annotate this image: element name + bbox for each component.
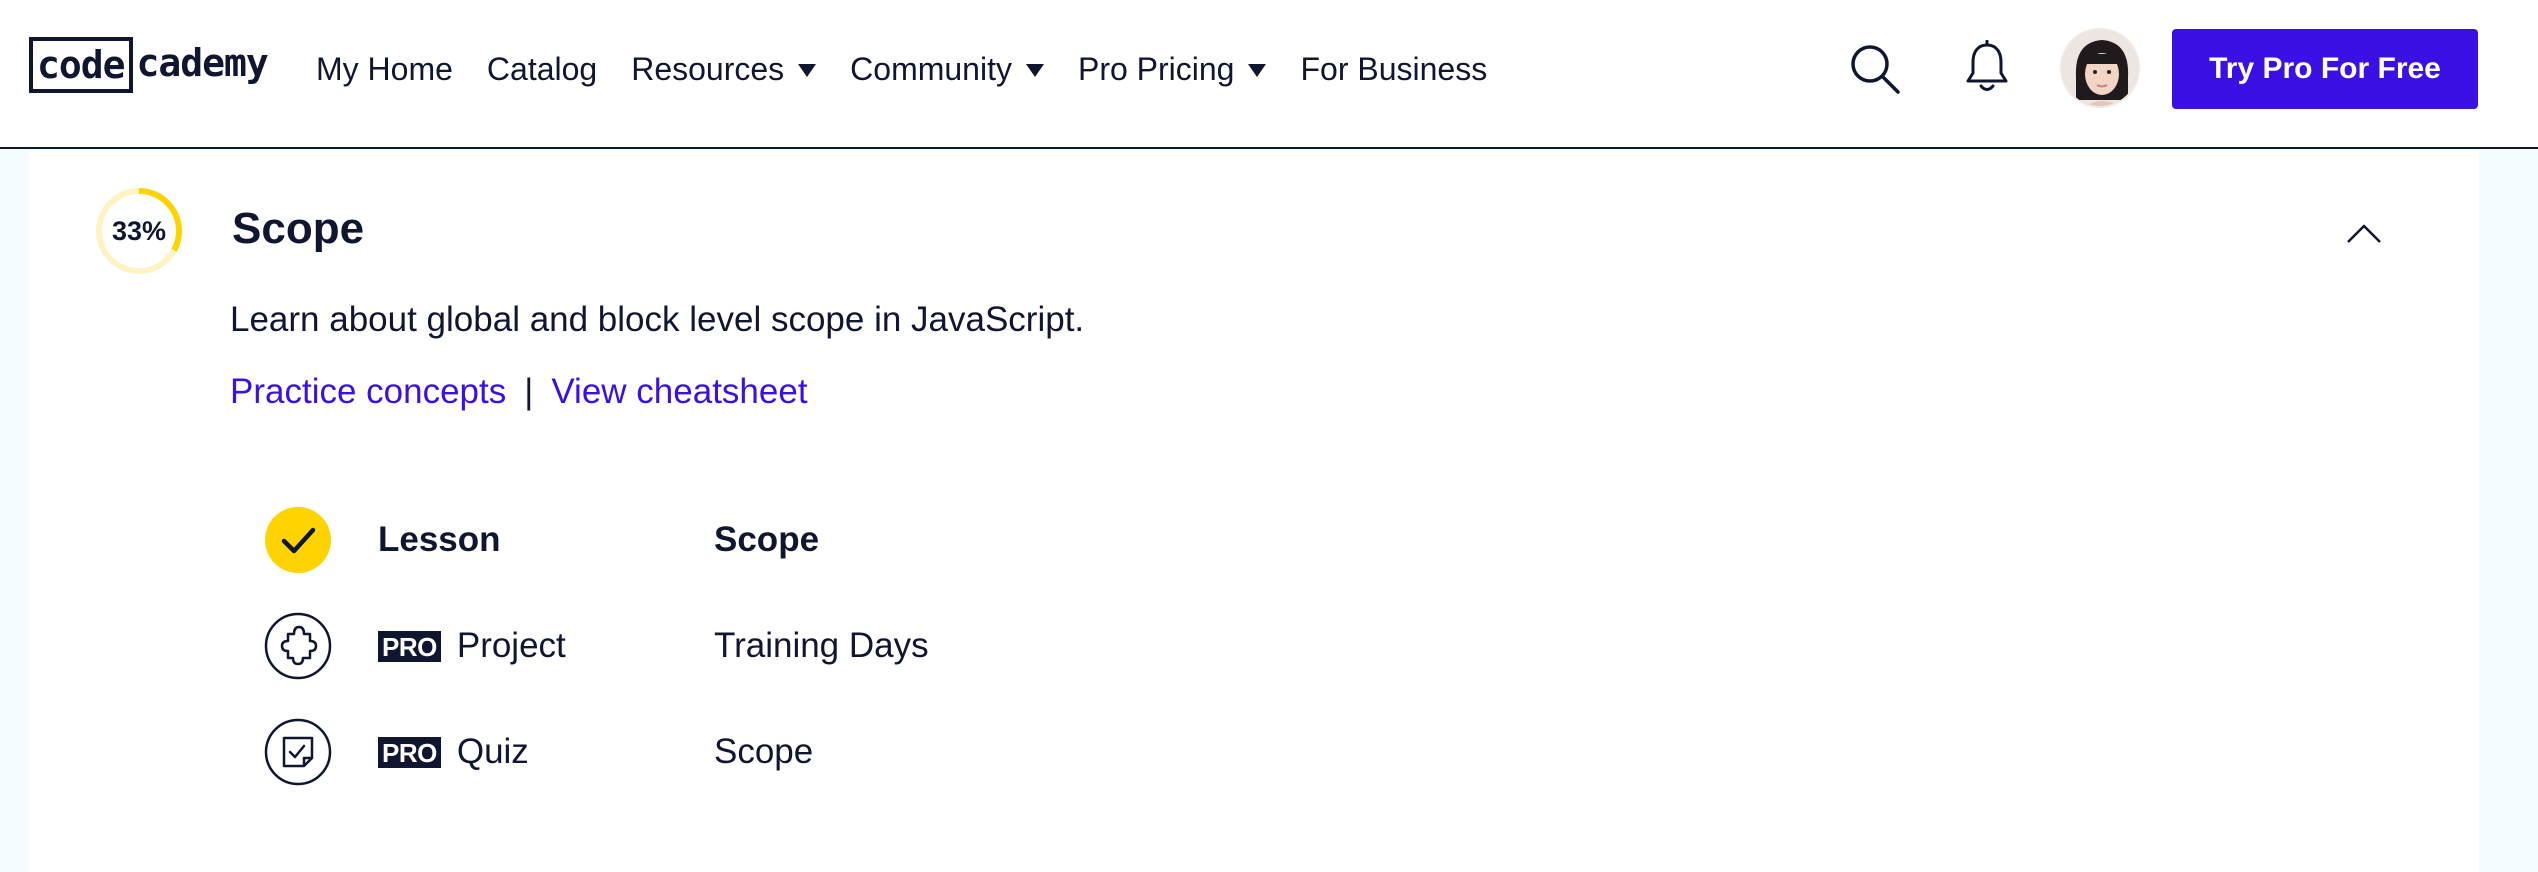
content-item-quiz[interactable]: PRO Quiz Scope (264, 718, 1364, 786)
nav-community[interactable]: Community (850, 51, 1044, 88)
nav-for-business[interactable]: For Business (1300, 51, 1487, 88)
nav-pro-pricing[interactable]: Pro Pricing (1078, 51, 1267, 88)
pro-badge: PRO (378, 630, 441, 662)
progress-percent: 33% (111, 215, 167, 246)
nav-for-business-label: For Business (1300, 50, 1488, 87)
content-item-lesson[interactable]: Lesson Scope (264, 506, 1364, 574)
nav-pro-pricing-label: Pro Pricing (1077, 50, 1235, 87)
caret-down-icon (798, 63, 817, 77)
practice-concepts-link[interactable]: Practice concepts (230, 372, 506, 412)
check-icon (265, 507, 331, 573)
quiz-icon (264, 718, 332, 786)
chevron-up-icon[interactable] (2344, 218, 2384, 248)
item-name: Scope (714, 520, 820, 559)
nav-resources-label: Resources (631, 50, 785, 87)
item-type: PRO Quiz (378, 718, 529, 786)
nav-catalog[interactable]: Catalog (487, 51, 597, 88)
bell-icon[interactable] (1962, 40, 2012, 96)
caret-down-icon (1025, 63, 1044, 77)
top-nav-bar: code cademy My Home Catalog Resources Co… (0, 0, 2538, 149)
module-links: Practice concepts | View cheatsheet (230, 372, 808, 412)
pro-badge: PRO (378, 736, 441, 768)
avatar-photo (2062, 30, 2138, 106)
nav-catalog-label: Catalog (486, 50, 598, 87)
logo-text: cademy (136, 41, 269, 85)
nav-my-home-label: My Home (316, 50, 453, 87)
search-icon[interactable] (1848, 42, 1902, 96)
item-name: Training Days (714, 626, 929, 665)
codecademy-logo[interactable]: code cademy (29, 37, 269, 93)
item-type: Lesson (378, 506, 501, 574)
content-item-project[interactable]: PRO Project Training Days (264, 612, 1364, 680)
try-pro-button[interactable]: Try Pro For Free (2172, 29, 2478, 109)
view-cheatsheet-link[interactable]: View cheatsheet (551, 372, 807, 412)
module-title: Scope (232, 204, 365, 253)
item-type-label: Project (456, 626, 566, 665)
nav-my-home[interactable]: My Home (316, 51, 453, 88)
item-type: PRO Project (378, 612, 566, 680)
puzzle-icon (264, 612, 332, 680)
main-nav: My Home Catalog Resources Community Pro … (316, 0, 1521, 138)
logo-box-text: code (29, 37, 133, 93)
nav-resources[interactable]: Resources (631, 50, 817, 88)
item-type-label: Lesson (378, 520, 501, 559)
nav-community-label: Community (850, 50, 1012, 87)
item-type-label: Quiz (456, 732, 529, 771)
link-separator: | (524, 372, 534, 411)
user-avatar[interactable] (2060, 28, 2140, 108)
caret-down-icon (1248, 63, 1267, 77)
module-description: Learn about global and block level scope… (230, 300, 1085, 339)
item-name: Scope (714, 732, 814, 771)
